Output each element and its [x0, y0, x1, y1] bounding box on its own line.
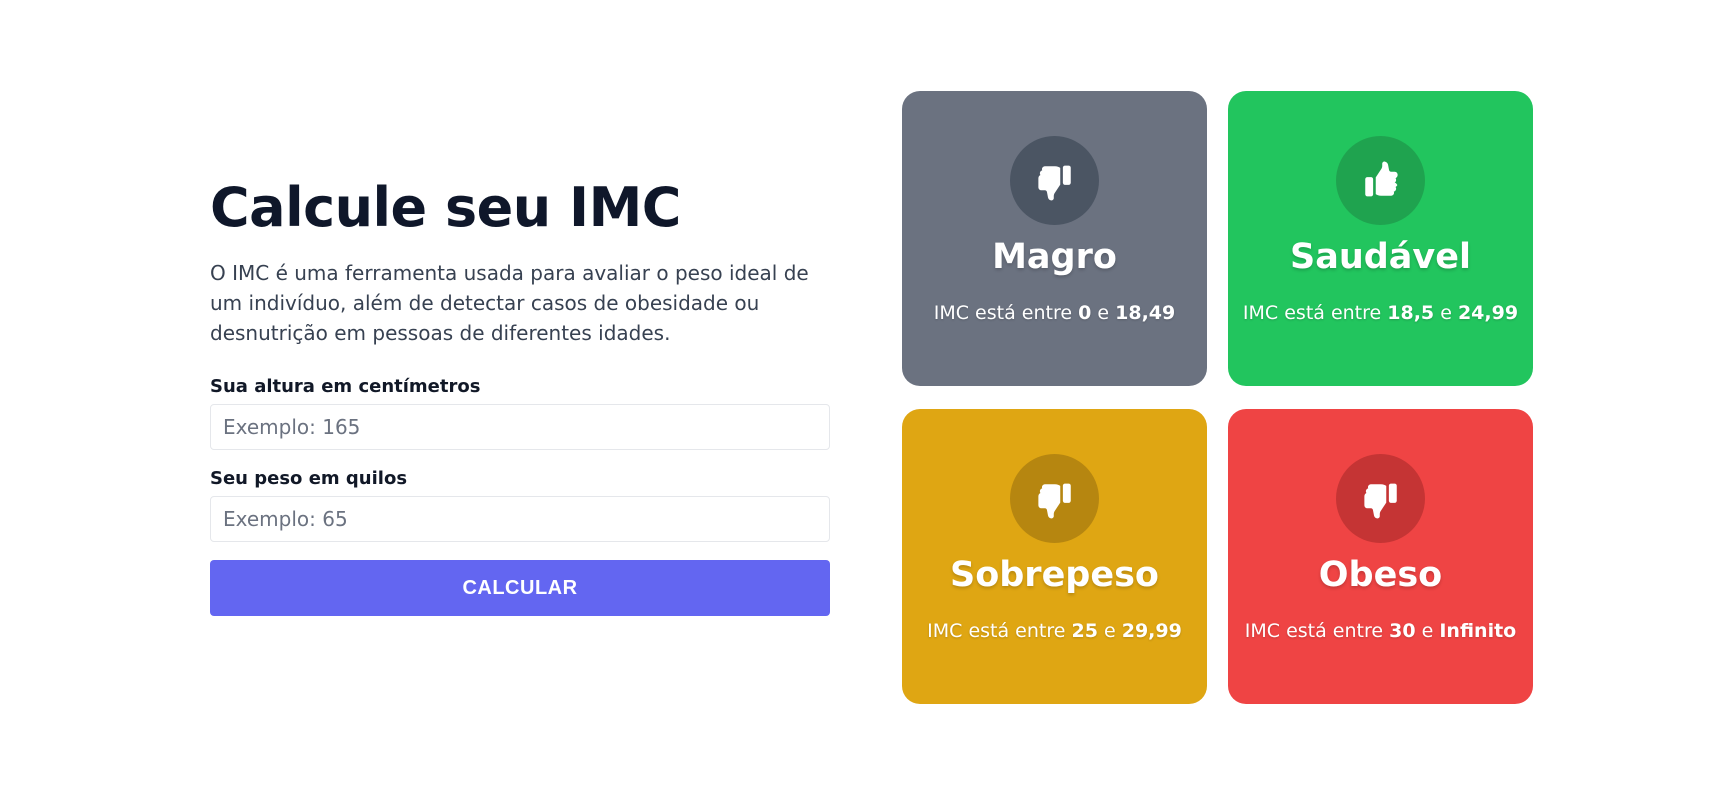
- level-card-saudavel: Saudável IMC está entre 18,5 e 24,99: [1228, 91, 1533, 386]
- level-range: IMC está entre 0 e 18,49: [902, 301, 1207, 325]
- range-prefix: IMC está entre: [1244, 620, 1384, 642]
- range-min: 25: [1071, 620, 1098, 642]
- thumbs-down-icon: [1363, 483, 1397, 518]
- calculate-button[interactable]: CALCULAR: [210, 560, 830, 616]
- range-connector: e: [1421, 620, 1434, 642]
- level-range: IMC está entre 30 e Infinito: [1228, 619, 1533, 643]
- page-title: Calcule seu IMC: [210, 176, 681, 239]
- range-connector: e: [1103, 620, 1116, 642]
- level-title: Magro: [992, 237, 1117, 277]
- thumbs-up-icon: [1364, 161, 1398, 196]
- range-prefix: IMC está entre: [933, 302, 1073, 324]
- icon-circle: [1336, 454, 1425, 543]
- weight-input[interactable]: [210, 496, 830, 542]
- range-connector: e: [1097, 302, 1110, 324]
- range-max: Infinito: [1439, 620, 1517, 642]
- range-prefix: IMC está entre: [1242, 302, 1382, 324]
- range-min: 0: [1078, 302, 1092, 324]
- level-range: IMC está entre 18,5 e 24,99: [1228, 301, 1533, 325]
- level-title: Sobrepeso: [950, 555, 1159, 595]
- page-description: O IMC é uma ferramenta usada para avalia…: [210, 261, 809, 345]
- height-input[interactable]: [210, 404, 830, 450]
- range-max: 18,49: [1115, 302, 1176, 324]
- range-min: 30: [1389, 620, 1416, 642]
- weight-label: Seu peso em quilos: [210, 468, 408, 489]
- level-title: Saudável: [1290, 237, 1471, 277]
- level-title: Obeso: [1318, 555, 1443, 595]
- imc-page: Calcule seu IMC O IMC é uma ferramenta u…: [0, 0, 1736, 793]
- imc-form-section: Calcule seu IMC O IMC é uma ferramenta u…: [210, 176, 830, 616]
- level-range: IMC está entre 25 e 29,99: [902, 619, 1207, 643]
- imc-levels-grid: Magro IMC está entre 0 e 18,49 Saudável …: [902, 91, 1533, 704]
- level-card-sobrepeso: Sobrepeso IMC está entre 25 e 29,99: [902, 409, 1207, 704]
- thumbs-down-icon: [1037, 483, 1071, 518]
- level-card-obeso: Obeso IMC está entre 30 e Infinito: [1228, 409, 1533, 704]
- range-min: 18,5: [1387, 302, 1435, 324]
- level-card-magro: Magro IMC está entre 0 e 18,49: [902, 91, 1207, 386]
- range-prefix: IMC está entre: [927, 620, 1066, 642]
- icon-circle: [1010, 454, 1099, 543]
- range-max: 24,99: [1457, 302, 1519, 324]
- icon-circle: [1336, 136, 1425, 225]
- height-label: Sua altura em centímetros: [210, 376, 481, 397]
- thumbs-down-icon: [1037, 165, 1071, 200]
- icon-circle: [1010, 136, 1099, 225]
- range-max: 29,99: [1121, 620, 1182, 642]
- range-connector: e: [1440, 302, 1452, 324]
